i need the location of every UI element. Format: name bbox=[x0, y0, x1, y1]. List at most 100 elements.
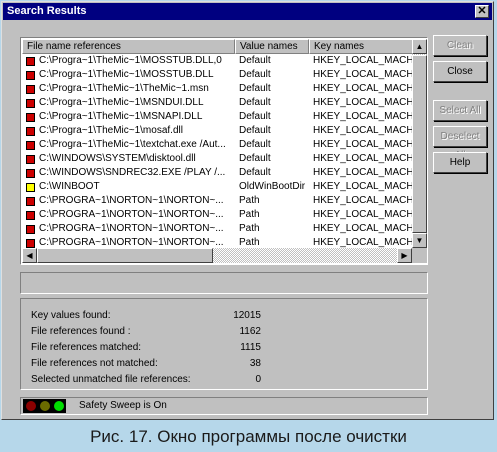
cell-key: HKEY_LOCAL_MACHIN bbox=[313, 125, 412, 136]
table-row[interactable]: C:\Progra~1\TheMic~1\MOSSTUB.DLL,0 Defaul… bbox=[22, 54, 412, 68]
table-row[interactable]: C:\Progra~1\TheMic~1\TheMic~1.msn Default… bbox=[22, 82, 412, 96]
cell-file: C:\Progra~1\TheMic~1\textchat.exe /Aut..… bbox=[39, 139, 226, 150]
cell-key: HKEY_LOCAL_MACHIN bbox=[313, 237, 412, 248]
cell-value: OldWinBootDir bbox=[239, 181, 306, 192]
table-row[interactable]: C:\PROGRA~1\NORTON~1\NORTON~... Path HKEY_… bbox=[22, 236, 412, 248]
stat-value: 0 bbox=[255, 374, 261, 385]
cell-value: Default bbox=[239, 83, 271, 94]
status-square-icon bbox=[26, 113, 35, 122]
status-square-icon bbox=[26, 57, 35, 66]
status-square-icon bbox=[26, 85, 35, 94]
select-all-button[interactable]: Select All bbox=[433, 100, 487, 121]
column-header-value[interactable]: Value names bbox=[235, 39, 309, 54]
scrollbar-corner bbox=[412, 248, 427, 263]
scroll-thumb-vertical[interactable] bbox=[412, 55, 427, 233]
stat-row: File references found : 1162 bbox=[31, 325, 411, 339]
stat-label: File references not matched: bbox=[31, 358, 158, 369]
results-list-body: File name references Value names Key nam… bbox=[22, 39, 412, 248]
horizontal-scrollbar[interactable]: ◀ ▶ bbox=[22, 248, 412, 263]
cell-value: Default bbox=[239, 139, 271, 150]
column-header-key[interactable]: Key names bbox=[309, 39, 412, 54]
cell-value: Default bbox=[239, 97, 271, 108]
cell-value: Default bbox=[239, 125, 271, 136]
cell-file: C:\Progra~1\TheMic~1\MOSSTUB.DLL bbox=[39, 69, 214, 80]
clean-button[interactable]: Clean bbox=[433, 35, 487, 56]
status-square-icon bbox=[26, 211, 35, 220]
stat-row: File references matched: 1115 bbox=[31, 341, 411, 355]
stat-value: 12015 bbox=[233, 310, 261, 321]
scroll-thumb-horizontal[interactable] bbox=[37, 248, 213, 263]
stat-label: Key values found: bbox=[31, 310, 111, 321]
scroll-left-button[interactable]: ◀ bbox=[22, 248, 37, 263]
cell-file: C:\Progra~1\TheMic~1\MSNDUI.DLL bbox=[39, 97, 204, 108]
cell-value: Path bbox=[239, 209, 260, 220]
status-square-icon bbox=[26, 155, 35, 164]
table-row[interactable]: C:\WINDOWS\SNDREC32.EXE /PLAY /... Defaul… bbox=[22, 166, 412, 180]
close-window-button[interactable]: ✕ bbox=[475, 5, 489, 18]
green-light-icon bbox=[54, 401, 64, 411]
cell-file: C:\WINDOWS\SYSTEM\disktool.dll bbox=[39, 153, 196, 164]
table-row[interactable]: C:\PROGRA~1\NORTON~1\NORTON~... Path HKEY_… bbox=[22, 194, 412, 208]
cell-file: C:\Progra~1\TheMic~1\TheMic~1.msn bbox=[39, 83, 209, 94]
column-header-file[interactable]: File name references bbox=[22, 39, 235, 54]
status-bar: Safety Sweep is On bbox=[20, 397, 428, 415]
cell-key: HKEY_LOCAL_MACHIN bbox=[313, 139, 412, 150]
cell-key: HKEY_LOCAL_MACHIN bbox=[313, 209, 412, 220]
scroll-down-button[interactable]: ▼ bbox=[412, 233, 427, 248]
statistics-panel: Key values found: 12015 File references f… bbox=[20, 298, 428, 390]
cell-value: Default bbox=[239, 167, 271, 178]
cell-value: Default bbox=[239, 111, 271, 122]
cell-value: Path bbox=[239, 195, 260, 206]
cell-key: HKEY_LOCAL_MACHIN bbox=[313, 195, 412, 206]
scroll-right-button[interactable]: ▶ bbox=[397, 248, 412, 263]
scroll-up-button[interactable]: ▲ bbox=[412, 39, 427, 54]
arrow-down-icon: ▼ bbox=[415, 236, 424, 245]
table-row[interactable]: C:\WINBOOT OldWinBootDir HKEY_LOCAL_MACHIN bbox=[22, 180, 412, 194]
cell-value: Default bbox=[239, 69, 271, 80]
table-row[interactable]: C:\Progra~1\TheMic~1\MOSSTUB.DLL Default H… bbox=[22, 68, 412, 82]
cell-key: HKEY_LOCAL_MACHIN bbox=[313, 167, 412, 178]
cell-key: HKEY_LOCAL_MACHIN bbox=[313, 69, 412, 80]
vertical-scrollbar[interactable]: ▲ ▼ bbox=[412, 39, 427, 248]
deselect-all-button[interactable]: Deselect All bbox=[433, 126, 487, 161]
cell-file: C:\PROGRA~1\NORTON~1\NORTON~... bbox=[39, 209, 224, 220]
arrow-up-icon: ▲ bbox=[415, 42, 424, 51]
status-square-icon bbox=[26, 141, 35, 150]
figure-caption: Рис. 17. Окно программы после очистки bbox=[90, 427, 407, 446]
status-square-icon bbox=[26, 169, 35, 178]
table-row[interactable]: C:\Progra~1\TheMic~1\MSNDUI.DLL Default HK… bbox=[22, 96, 412, 110]
table-row[interactable]: C:\PROGRA~1\NORTON~1\NORTON~... Path HKEY_… bbox=[22, 208, 412, 222]
red-light-icon bbox=[26, 401, 36, 411]
cell-file: C:\WINBOOT bbox=[39, 181, 100, 192]
table-row[interactable]: C:\PROGRA~1\NORTON~1\NORTON~... Path HKEY_… bbox=[22, 222, 412, 236]
cell-file: C:\Progra~1\TheMic~1\MOSSTUB.DLL,0 bbox=[39, 55, 222, 66]
status-square-icon bbox=[26, 197, 35, 206]
cell-file: C:\PROGRA~1\NORTON~1\NORTON~... bbox=[39, 195, 224, 206]
help-button[interactable]: Help bbox=[433, 152, 487, 173]
cell-value: Path bbox=[239, 237, 260, 248]
traffic-light-icon bbox=[23, 399, 66, 413]
cell-file: C:\PROGRA~1\NORTON~1\NORTON~... bbox=[39, 223, 224, 234]
status-text: Safety Sweep is On bbox=[79, 400, 167, 411]
stat-label: Selected unmatched file references: bbox=[31, 374, 191, 385]
cell-value: Default bbox=[239, 153, 271, 164]
table-row[interactable]: C:\Progra~1\TheMic~1\textchat.exe /Aut..… bbox=[22, 138, 412, 152]
cell-key: HKEY_LOCAL_MACHIN bbox=[313, 55, 412, 66]
status-square-icon bbox=[26, 225, 35, 234]
results-list[interactable]: File name references Value names Key nam… bbox=[20, 37, 428, 265]
status-square-icon bbox=[26, 239, 35, 248]
table-row[interactable]: C:\Progra~1\TheMic~1\MSNAPI.DLL Default HK… bbox=[22, 110, 412, 124]
table-row[interactable]: C:\Progra~1\TheMic~1\mosaf.dll Default HKE… bbox=[22, 124, 412, 138]
close-button[interactable]: Close bbox=[433, 61, 487, 82]
cell-key: HKEY_LOCAL_MACHIN bbox=[313, 223, 412, 234]
stat-row: File references not matched: 38 bbox=[31, 357, 411, 371]
stat-label: File references matched: bbox=[31, 342, 142, 353]
search-results-window: Search Results ✕ File name references Va… bbox=[1, 1, 494, 420]
stat-label: File references found : bbox=[31, 326, 131, 337]
status-square-icon bbox=[26, 99, 35, 108]
cell-file: C:\Progra~1\TheMic~1\MSNAPI.DLL bbox=[39, 111, 203, 122]
cell-key: HKEY_LOCAL_MACHIN bbox=[313, 111, 412, 122]
table-row[interactable]: C:\WINDOWS\SYSTEM\disktool.dll Default HKE… bbox=[22, 152, 412, 166]
cell-file: C:\Progra~1\TheMic~1\mosaf.dll bbox=[39, 125, 183, 136]
cell-value: Default bbox=[239, 55, 271, 66]
